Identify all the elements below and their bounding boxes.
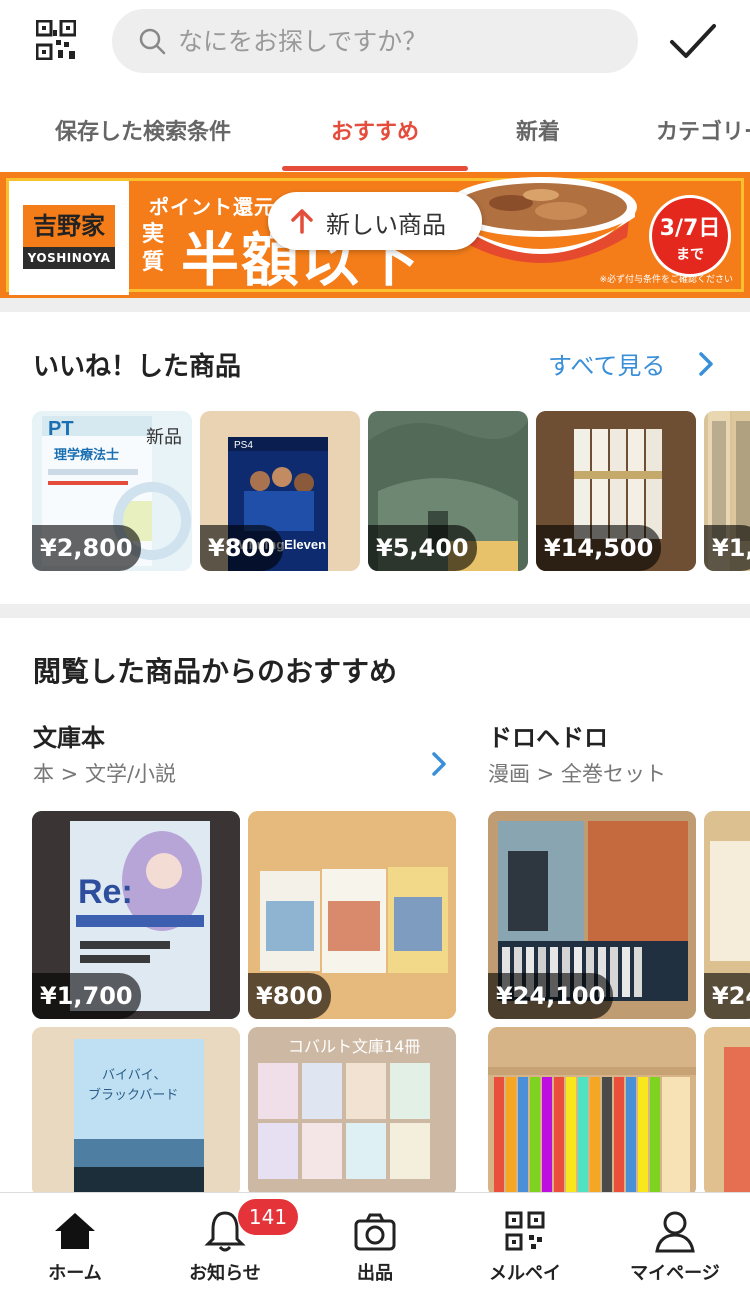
nav-sell-label: 出品 — [357, 1263, 393, 1284]
liked-item[interactable]: PS4 WinningEleven ¥800 — [200, 411, 360, 571]
nav-mypage-label: マイページ — [630, 1263, 720, 1284]
rec-item[interactable]: バイバイ、 ブラックバード — [32, 1027, 240, 1197]
tab-categories[interactable]: カテゴリー — [656, 114, 750, 146]
qr-code-icon — [505, 1211, 545, 1251]
camera-icon — [354, 1213, 396, 1251]
liked-item[interactable]: ¥5,400 — [368, 411, 528, 571]
recommend-section-title: 閲覧した商品からのおすすめ — [33, 655, 398, 688]
item-price: ¥800 — [248, 973, 331, 1019]
new-badge: 新品 — [146, 427, 182, 448]
campaign-end-date: 3/7日 まで — [649, 195, 731, 277]
date-text: 3/7日 — [659, 216, 721, 241]
svg-text:PS4: PS4 — [234, 440, 253, 451]
rec-group-category: 本 > 文学/小説 — [33, 762, 177, 786]
bottom-nav: ホーム お知らせ 出品 メルペイ マイページ — [0, 1192, 750, 1291]
chevron-right-icon[interactable] — [430, 750, 448, 778]
chevron-right-icon[interactable] — [697, 350, 715, 378]
header — [0, 0, 750, 90]
nav-merpay[interactable]: メルペイ — [450, 1193, 600, 1291]
home-icon — [55, 1213, 95, 1249]
rec-group-category: 漫画 > 全巻セット — [488, 762, 666, 786]
item-price: ¥2,800 — [32, 525, 141, 571]
date-suffix: まで — [676, 247, 704, 263]
listing-caption: コバルト文庫14冊 — [288, 1037, 421, 1056]
nav-sell[interactable]: 出品 — [300, 1193, 450, 1291]
rec-item[interactable] — [488, 1027, 696, 1197]
liked-item[interactable]: PT 理学療法士 新品 ¥2,800 — [32, 411, 192, 571]
banner-disclaimer: ※必ず付与条件をご確認ください — [599, 275, 733, 285]
svg-text:Re:: Re: — [78, 873, 133, 911]
tab-bar: 保存した検索条件 おすすめ 新着 カテゴリー — [0, 90, 750, 172]
nav-mypage[interactable]: マイページ — [600, 1193, 750, 1291]
nav-home-label: ホーム — [48, 1263, 102, 1284]
see-all-link[interactable]: すべて見る — [548, 346, 665, 381]
logo-en-text: YOSHINOYA — [23, 247, 115, 269]
rec-group-name[interactable]: 文庫本 — [33, 718, 105, 753]
search-bar[interactable] — [112, 9, 638, 73]
dorohedoro-shelf-image — [488, 1027, 696, 1197]
section-divider — [0, 604, 750, 618]
active-tab-indicator — [282, 166, 468, 171]
tab-saved-searches[interactable]: 保存した検索条件 — [55, 114, 231, 146]
item-price: ¥1, — [704, 525, 750, 571]
arrow-up-icon — [291, 209, 313, 234]
tab-new-arrivals[interactable]: 新着 — [516, 114, 560, 146]
item-price: ¥5,400 — [368, 525, 477, 571]
item-price: ¥24,100 — [488, 973, 614, 1019]
qr-code-icon[interactable] — [35, 19, 77, 61]
nav-notifications-label: お知らせ — [189, 1263, 261, 1284]
search-input[interactable] — [178, 9, 618, 73]
rec-item[interactable] — [704, 1027, 750, 1197]
item-price: ¥14,500 — [536, 525, 662, 571]
nav-merpay-label: メルペイ — [489, 1263, 561, 1284]
liked-item[interactable]: ¥1, — [704, 411, 750, 571]
notification-count-badge: 141 — [238, 1199, 298, 1235]
new-items-label: 新しい商品 — [326, 211, 446, 239]
svg-text:バイバイ、: バイバイ、 — [102, 1068, 166, 1083]
svg-text:ブラックバード: ブラックバード — [88, 1087, 178, 1103]
person-icon — [655, 1211, 695, 1253]
rec-item[interactable]: ¥24 — [704, 811, 750, 1019]
rec-item[interactable]: コバルト文庫14冊 — [248, 1027, 456, 1197]
banner-side-text: 実質 — [142, 222, 165, 275]
rec-group-name[interactable]: ドロヘドロ — [488, 718, 608, 753]
rec-item[interactable]: Re: ¥1,700 — [32, 811, 240, 1019]
item-price: ¥24 — [704, 973, 750, 1019]
logo-jp-text: 吉野家 — [23, 205, 115, 247]
rec-item[interactable]: ¥24,100 — [488, 811, 696, 1019]
liked-item[interactable]: ¥14,500 — [536, 411, 696, 571]
liked-section-title: いいね！した商品 — [33, 352, 242, 382]
rec-item[interactable]: ¥800 — [248, 811, 456, 1019]
new-items-button[interactable]: 新しい商品 — [268, 192, 482, 250]
item-price: ¥800 — [200, 525, 283, 571]
yoshinoya-logo: 吉野家 YOSHINOYA — [9, 181, 129, 295]
check-icon[interactable] — [668, 20, 718, 64]
svg-text:理学療法士: 理学療法士 — [54, 447, 119, 463]
section-divider — [0, 298, 750, 312]
svg-text:PT: PT — [48, 418, 74, 440]
search-icon — [139, 28, 166, 55]
tab-recommended[interactable]: おすすめ — [331, 114, 419, 146]
item-price: ¥1,700 — [32, 973, 141, 1019]
dorohedoro-side2-image — [704, 1027, 750, 1197]
nav-home[interactable]: ホーム — [0, 1193, 150, 1291]
blackbird-novel-image: バイバイ、 ブラックバード — [32, 1027, 240, 1197]
